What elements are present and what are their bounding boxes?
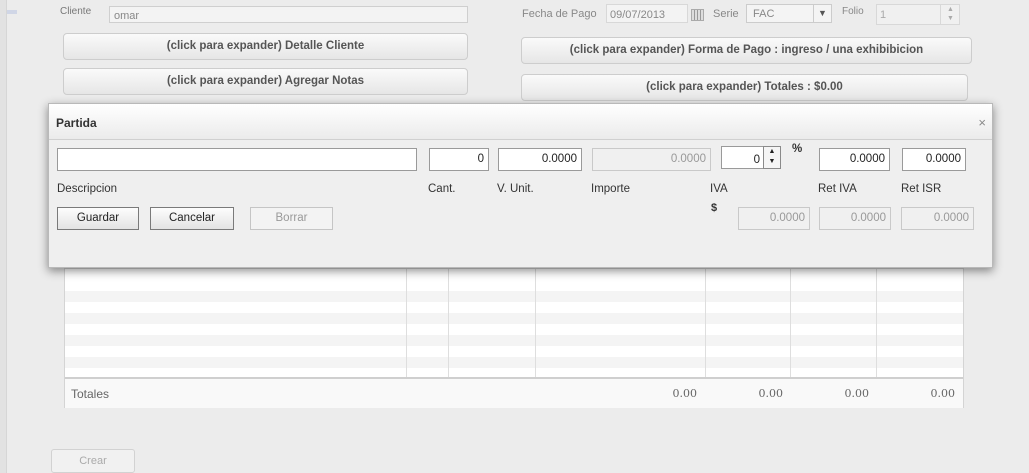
- serie-value: FAC: [753, 8, 775, 20]
- cant-label: Cant.: [428, 183, 456, 195]
- table-row: [65, 313, 963, 324]
- chevron-down-icon: ▼: [813, 5, 831, 22]
- ret-isr-amount-input: 0.0000: [901, 207, 974, 230]
- totales-label: Totales: [71, 387, 110, 401]
- ret-iva-amount-input: 0.0000: [819, 207, 891, 230]
- total-ret-iva: 0.00: [844, 387, 870, 400]
- ret-isr-label: Ret ISR: [901, 183, 942, 195]
- folio-spinner[interactable]: ▲ ▼: [940, 4, 960, 25]
- detalle-cliente-expander[interactable]: (click para expander) Detalle Cliente: [63, 33, 468, 60]
- cancelar-button[interactable]: Cancelar: [150, 207, 234, 230]
- close-icon[interactable]: ×: [978, 115, 986, 130]
- iva-label: IVA: [710, 183, 728, 195]
- left-edge-marker: [7, 10, 17, 14]
- importe-input: 0.0000: [592, 148, 711, 171]
- guardar-button[interactable]: Guardar: [57, 207, 139, 230]
- serie-select[interactable]: FAC ▼: [746, 4, 832, 23]
- folio-label: Folio: [842, 6, 864, 17]
- percent-label: %: [792, 143, 803, 155]
- iva-percent-spinner[interactable]: ▲ ▼: [763, 146, 781, 169]
- dialog-header: Partida ×: [49, 104, 992, 140]
- descripcion-input[interactable]: [57, 148, 417, 171]
- left-edge: [0, 0, 7, 473]
- forma-pago-expander[interactable]: (click para expander) Forma de Pago : in…: [521, 37, 972, 64]
- v-unit-label: V. Unit.: [497, 183, 534, 195]
- cliente-label: Cliente: [60, 6, 92, 17]
- fecha-pago-input[interactable]: 09/07/2013: [606, 4, 688, 23]
- cant-input[interactable]: 0: [429, 148, 489, 171]
- serie-label: Serie: [713, 8, 739, 20]
- total-ret-isr: 0.00: [930, 387, 956, 400]
- totals-row: Totales 0.00 0.00 0.00 0.00: [65, 377, 963, 408]
- v-unit-input[interactable]: 0.0000: [498, 148, 582, 171]
- table-row: [65, 291, 963, 302]
- crear-button[interactable]: Crear: [51, 449, 135, 473]
- agregar-notas-expander[interactable]: (click para expander) Agregar Notas: [63, 68, 468, 95]
- totales-expander[interactable]: (click para expander) Totales : $0.00: [521, 74, 968, 101]
- table-row: [65, 335, 963, 346]
- fecha-pago-label: Fecha de Pago: [522, 8, 597, 20]
- dollar-label: $: [711, 202, 718, 214]
- importe-label: Importe: [591, 183, 630, 195]
- items-table: Totales 0.00 0.00 0.00 0.00: [64, 268, 964, 408]
- cliente-input[interactable]: omar: [109, 6, 468, 23]
- ret-iva-percent-input[interactable]: 0.0000: [819, 148, 890, 171]
- total-iva: 0.00: [758, 387, 784, 400]
- borrar-button: Borrar: [250, 207, 333, 230]
- iva-percent-input[interactable]: 0: [721, 146, 765, 169]
- iva-amount-input: 0.0000: [738, 207, 810, 230]
- calendar-icon[interactable]: [691, 9, 704, 21]
- partida-dialog: Partida × 0 0.0000 0.0000 0 ▲ ▼ % 0.0000 …: [48, 103, 993, 268]
- total-importe: 0.00: [672, 387, 698, 400]
- ret-iva-label: Ret IVA: [818, 183, 857, 195]
- descripcion-label: Descripcion: [57, 183, 118, 195]
- dialog-title: Partida: [56, 116, 97, 130]
- table-row: [65, 357, 963, 368]
- ret-isr-percent-input[interactable]: 0.0000: [902, 148, 966, 171]
